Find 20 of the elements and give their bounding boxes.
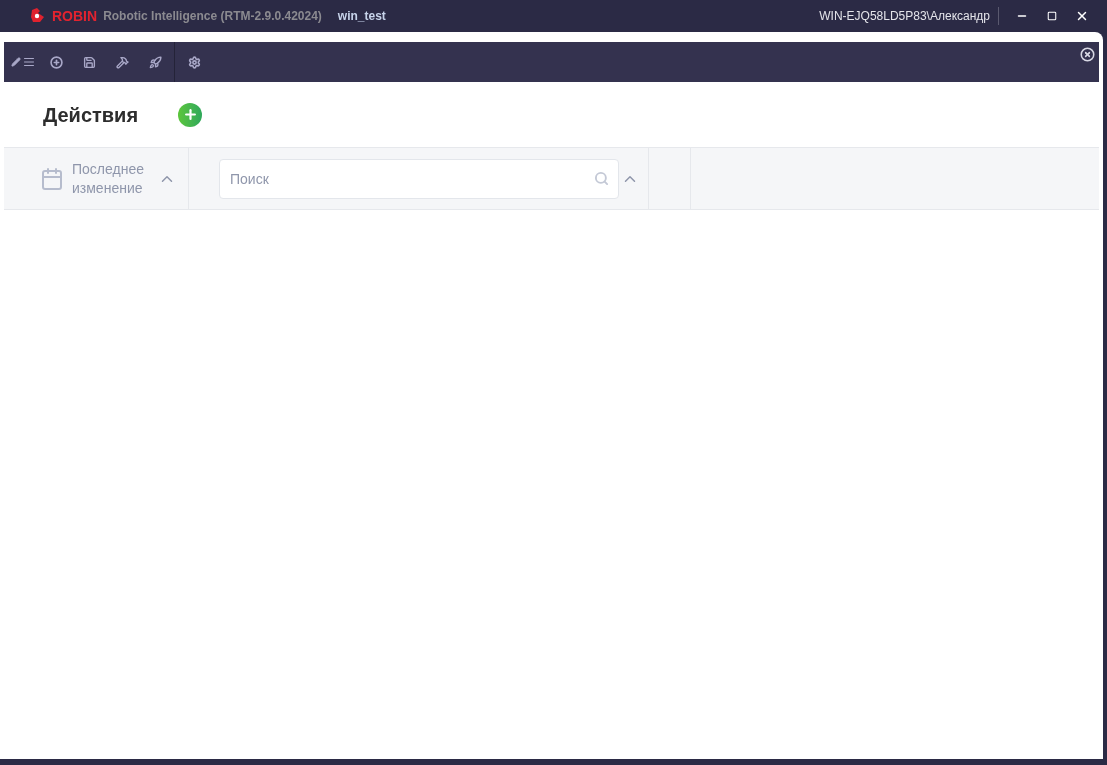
maximize-icon [1047,11,1057,21]
close-panel-button[interactable] [1080,47,1095,62]
hammer-icon [115,55,129,69]
brand-name: ROBIN [52,6,98,26]
project-name: win_test [337,8,386,25]
search-field[interactable]: Поиск [219,158,619,199]
rocket-icon [148,55,162,69]
close-icon [1075,9,1089,23]
app-name: Robotic Intelligence (RTM-2.9.0.42024) [103,8,322,25]
settings-icon [187,55,201,69]
close-icon [1080,47,1095,62]
page-title: Действия [43,102,139,128]
add-button[interactable] [178,102,203,127]
user-name: WIN-EJQ58LD5P83\Александр [819,7,999,25]
save-icon [82,55,96,69]
edit-list-icon [11,56,35,68]
column-header[interactable]: Последнее изменение [72,159,150,198]
add-icon [49,55,63,69]
plus-icon [182,107,198,122]
calendar-icon [40,166,64,191]
